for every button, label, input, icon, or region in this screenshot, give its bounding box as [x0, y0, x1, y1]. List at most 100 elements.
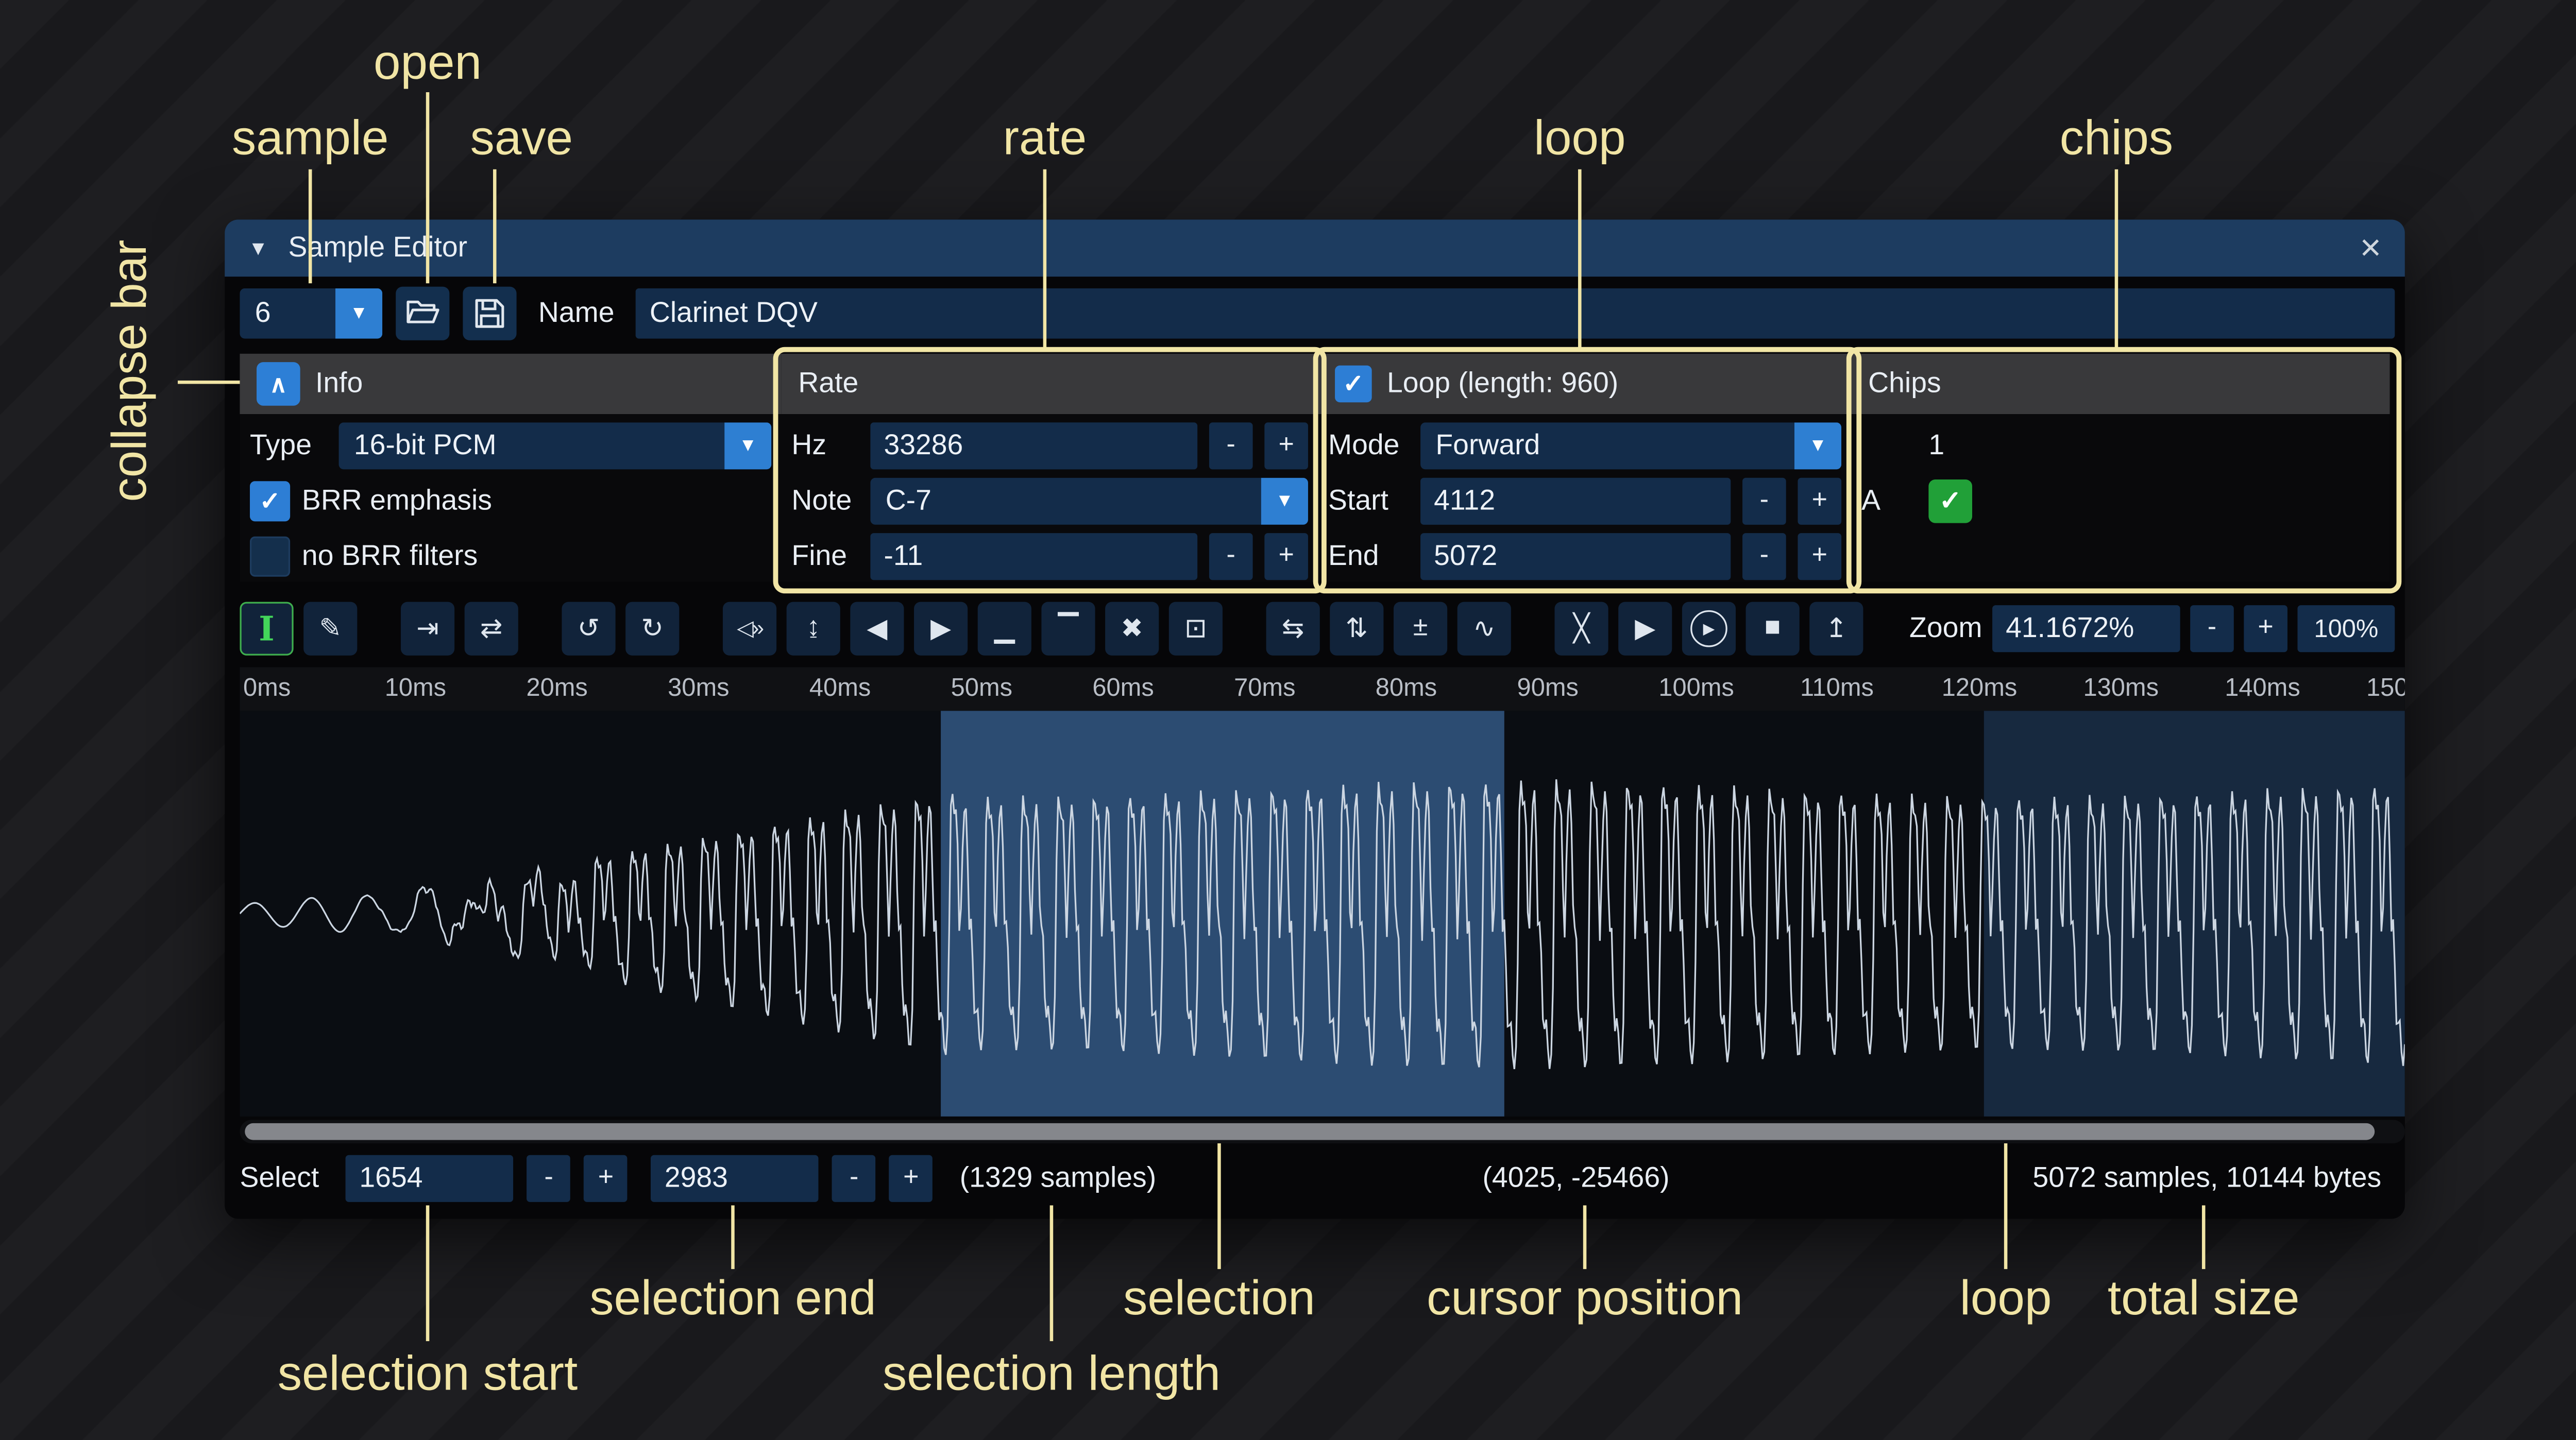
insert-silence-button[interactable]: ▁	[978, 602, 1031, 656]
selection-end-field[interactable]: 2983	[651, 1155, 819, 1202]
fine-field[interactable]: -11	[870, 533, 1197, 580]
chip-enable-checkbox[interactable]: ✓	[1928, 479, 1972, 523]
sample-selector[interactable]: 6 ▼	[240, 288, 382, 339]
delete-icon: ✖	[1121, 612, 1143, 645]
loop-end-field[interactable]: 5072	[1420, 533, 1731, 580]
ruler-tick-label: 0ms	[243, 674, 291, 702]
check-icon: ✓	[1939, 485, 1962, 518]
ruler-tick-label: 60ms	[1092, 674, 1154, 702]
preview-selection-button[interactable]: ▶	[1682, 602, 1736, 656]
selection-start-plus-button[interactable]: +	[584, 1155, 628, 1202]
brr-emphasis-label: BRR emphasis	[302, 485, 492, 518]
selection-end-minus-button[interactable]: -	[832, 1155, 876, 1202]
save-button[interactable]	[463, 287, 516, 340]
chevron-down-icon[interactable]: ▼	[1261, 478, 1308, 525]
ruler-tick-label: 30ms	[668, 674, 729, 702]
brr-emphasis-checkbox[interactable]: ✓	[250, 481, 290, 521]
zoom-field[interactable]: 41.1672%	[1992, 605, 2180, 652]
resize-button[interactable]: ⇥	[401, 602, 454, 656]
import-button[interactable]: ↥	[1809, 602, 1863, 656]
annotation-line-selection	[1217, 1143, 1221, 1269]
fade-out-button[interactable]: ▶	[914, 602, 968, 656]
loop-mode-select[interactable]: Forward ▼	[1420, 422, 1841, 469]
window-collapse-icon[interactable]: ▼	[248, 236, 268, 260]
fade-in-icon: ◀	[867, 612, 887, 645]
preview-button[interactable]: ▶	[1618, 602, 1672, 656]
waveform-display[interactable]	[240, 711, 2404, 1117]
chevron-down-icon[interactable]: ▼	[724, 422, 771, 469]
chevron-down-icon[interactable]: ▼	[335, 288, 382, 339]
invert-button[interactable]: ⇅	[1330, 602, 1383, 656]
normalize-icon: ↨	[807, 613, 820, 644]
rate-panel: Rate Hz 33286 - + Note C-7 ▼ Fine	[782, 354, 1318, 582]
open-button[interactable]	[396, 287, 449, 340]
trim-button[interactable]: ⊡	[1169, 602, 1223, 656]
titlebar[interactable]: ▼ Sample Editor ×	[225, 219, 2405, 277]
floppy-save-icon	[471, 295, 509, 332]
fine-minus-button[interactable]: -	[1209, 533, 1253, 580]
check-icon: ✓	[1343, 369, 1364, 399]
redo-button[interactable]: ↻	[625, 602, 679, 656]
name-input[interactable]	[636, 288, 2395, 339]
selection-end-plus-button[interactable]: +	[889, 1155, 933, 1202]
type-select[interactable]: 16-bit PCM ▼	[339, 422, 772, 469]
sample-toolbar: I ✎ ⇥ ⇄ ↺ ↻ ◁» ↨ ◀ ▶ ▁ ▔ ✖ ⊡ ⇆ ⇅ ± ∿ ╳ ▶…	[240, 598, 2395, 659]
selection-start-field[interactable]: 1654	[346, 1155, 514, 1202]
close-icon[interactable]: ×	[2360, 230, 2381, 267]
sample-editor-window: ▼ Sample Editor × 6 ▼	[225, 219, 2405, 1219]
note-select[interactable]: C-7 ▼	[870, 478, 1308, 525]
zoom-reset-button[interactable]: 100%	[2297, 605, 2395, 652]
edit-mode-button[interactable]: I	[240, 602, 293, 656]
annotation-line-loop-bottom	[2004, 1143, 2008, 1269]
no-brr-filters-checkbox[interactable]	[250, 537, 290, 577]
normalize-button[interactable]: ↨	[787, 602, 840, 656]
hz-minus-button[interactable]: -	[1209, 422, 1253, 469]
apply-silence-button[interactable]: ▔	[1041, 602, 1095, 656]
collapse-bar-button[interactable]: ∧	[257, 362, 300, 406]
fade-in-button[interactable]: ◀	[850, 602, 904, 656]
draw-button[interactable]: ✎	[303, 602, 357, 656]
loop-end-label: End	[1328, 540, 1409, 573]
annotation-selection-end: selection end	[589, 1273, 876, 1328]
annotation-line-save	[493, 169, 497, 283]
hz-field[interactable]: 33286	[870, 422, 1197, 469]
chip-number: 1	[1928, 429, 1944, 462]
loop-enable-checkbox[interactable]: ✓	[1335, 366, 1372, 403]
annotation-collapse-bar: collapse bar	[104, 239, 159, 502]
zoom-in-button[interactable]: +	[2244, 605, 2287, 652]
fine-plus-button[interactable]: +	[1264, 533, 1308, 580]
apply-filter-button[interactable]: ∿	[1458, 602, 1511, 656]
loop-start-minus-button[interactable]: -	[1742, 478, 1786, 525]
ruler-tick-label: 20ms	[526, 674, 587, 702]
loop-start-label: Start	[1328, 485, 1409, 518]
chevron-down-icon[interactable]: ▼	[1794, 422, 1841, 469]
delete-button[interactable]: ✖	[1105, 602, 1159, 656]
annotation-selection-start: selection start	[278, 1348, 578, 1403]
sign-invert-button[interactable]: ±	[1394, 602, 1447, 656]
annotation-line-rate	[1043, 169, 1047, 351]
scrollbar-thumb[interactable]	[245, 1123, 2375, 1140]
loop-end-plus-button[interactable]: +	[1798, 533, 1841, 580]
annotation-loop-top: loop	[1534, 112, 1625, 167]
top-row: 6 ▼ Name	[240, 287, 2395, 340]
loop-end-minus-button[interactable]: -	[1742, 533, 1786, 580]
hz-plus-button[interactable]: +	[1264, 422, 1308, 469]
selection-start-minus-button[interactable]: -	[527, 1155, 571, 1202]
upload-icon: ↥	[1825, 612, 1848, 645]
waveform-scrollbar[interactable]	[240, 1120, 2404, 1143]
loop-start-plus-button[interactable]: +	[1798, 478, 1841, 525]
resize-icon: ⇥	[416, 612, 439, 645]
zoom-out-button[interactable]: -	[2190, 605, 2234, 652]
annotation-line-chips	[2115, 169, 2119, 351]
screenshot-stage: open sample save rate loop chips collaps…	[0, 0, 2576, 1440]
reverse-button[interactable]: ⇆	[1266, 602, 1320, 656]
stop-button[interactable]: ■	[1746, 602, 1800, 656]
loop-mode-value: Forward	[1420, 422, 1794, 469]
apply-silence-icon: ▔	[1058, 612, 1078, 645]
loop-start-field[interactable]: 4112	[1420, 478, 1731, 525]
amplify-button[interactable]: ◁»	[723, 602, 776, 656]
undo-button[interactable]: ↺	[562, 602, 615, 656]
zoom-label: Zoom	[1909, 612, 1982, 645]
crossfade-loop-button[interactable]: ╳	[1554, 602, 1608, 656]
resample-button[interactable]: ⇄	[465, 602, 518, 656]
